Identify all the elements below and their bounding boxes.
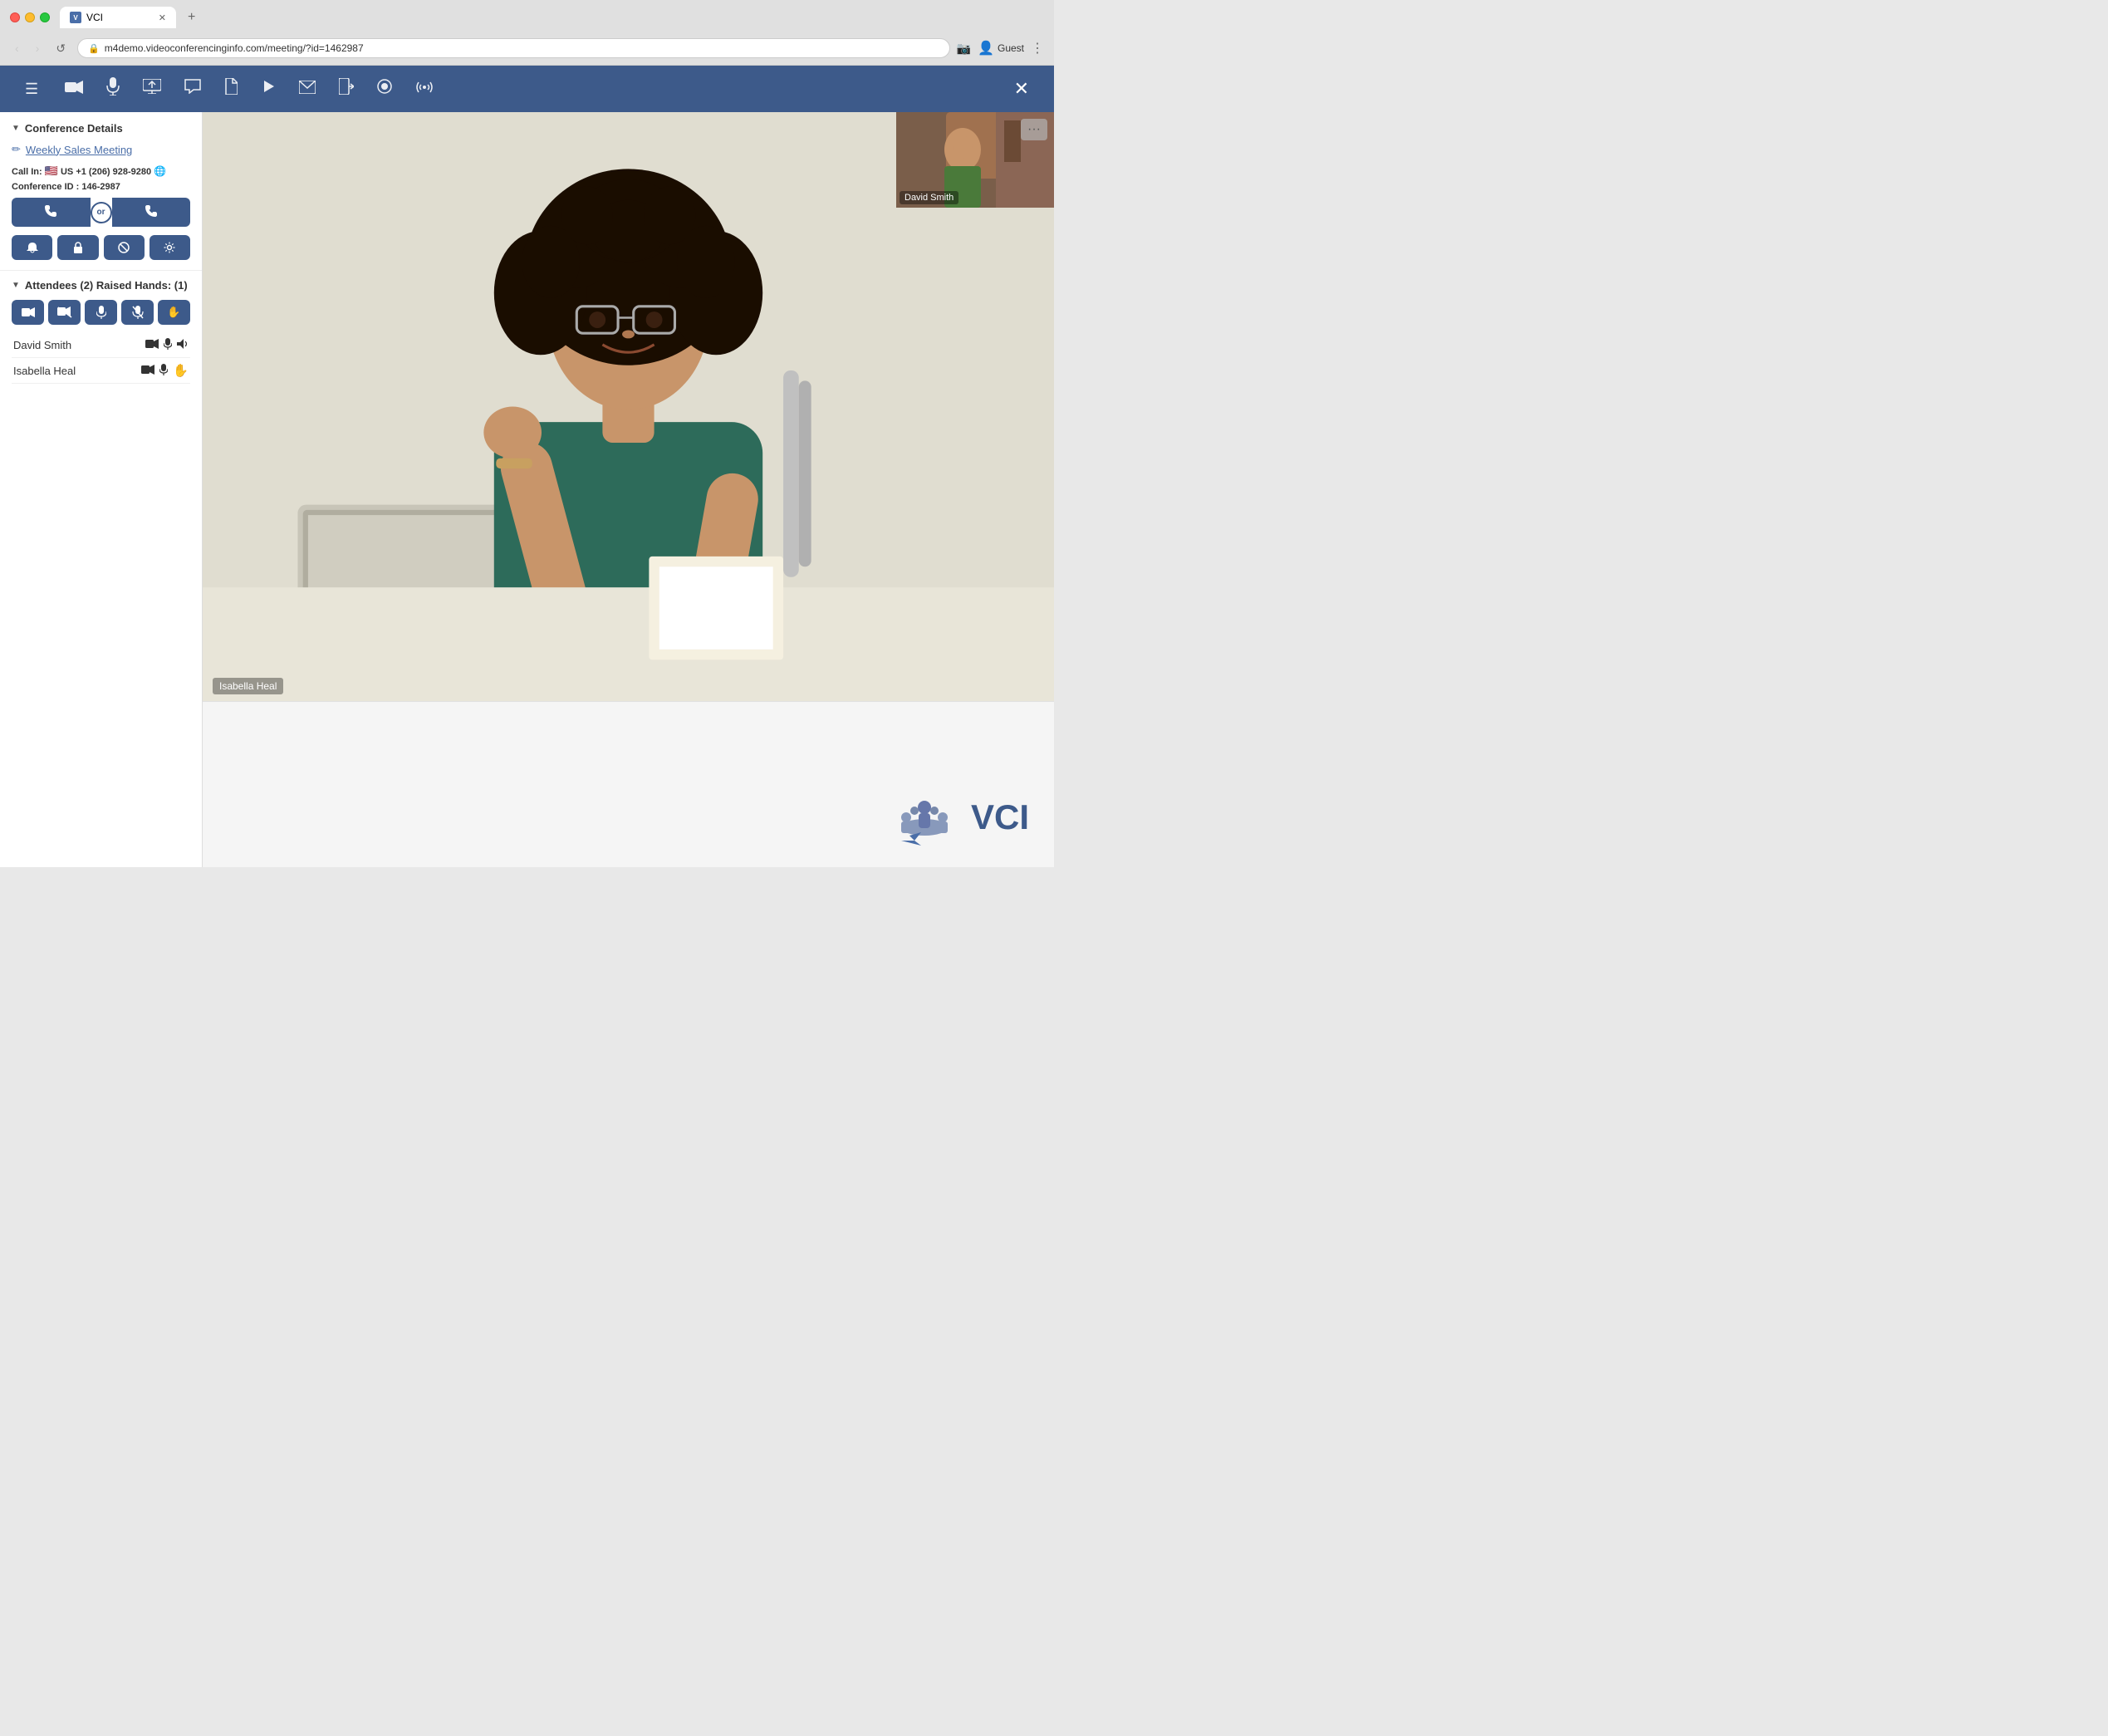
isabella-hand-icon[interactable]: ✋	[173, 363, 189, 378]
lock-button[interactable]	[57, 235, 98, 260]
signin-button[interactable]	[327, 71, 365, 106]
video-button[interactable]	[53, 73, 95, 105]
forward-button[interactable]: ›	[31, 40, 45, 56]
call-controls: or	[12, 198, 190, 227]
all-video-on-button[interactable]	[12, 300, 44, 325]
isabella-video-icon[interactable]	[141, 365, 154, 377]
conference-title-row: ✏ Weekly Sales Meeting	[12, 143, 190, 156]
chevron-down-icon: ▼	[12, 124, 20, 133]
all-mic-on-button[interactable]	[85, 300, 117, 325]
camera-icon: 📷	[957, 42, 971, 56]
traffic-lights	[10, 12, 50, 22]
globe-icon: 🌐	[154, 165, 166, 177]
conference-details-header[interactable]: ▼ Conference Details	[12, 122, 190, 135]
address-bar[interactable]: 🔒 m4demo.videoconferencinginfo.com/meeti…	[77, 38, 950, 58]
conference-details-section: ▼ Conference Details ✏ Weekly Sales Meet…	[0, 112, 202, 271]
microphone-button[interactable]	[95, 71, 131, 107]
browser-menu-icon[interactable]: ⋮	[1031, 40, 1044, 56]
guest-label: Guest	[998, 42, 1024, 54]
url-text: m4demo.videoconferencinginfo.com/meeting…	[105, 42, 364, 54]
callin-info: Call In: 🇺🇸 US +1 (206) 928-9280 🌐 Confe…	[12, 163, 190, 194]
guest-avatar-icon: 👤	[978, 40, 994, 56]
attendees-chevron-icon: ▼	[12, 281, 20, 290]
reload-button[interactable]: ↺	[51, 40, 71, 57]
attendee-icons-isabella: ✋	[141, 363, 189, 378]
close-button[interactable]: ✕	[1003, 71, 1041, 106]
attendee-row: David Smith	[12, 333, 190, 358]
tab-label: VCI	[86, 12, 103, 23]
attendee-row: Isabella Heal ✋	[12, 358, 190, 384]
meeting-title[interactable]: Weekly Sales Meeting	[26, 144, 132, 156]
close-traffic-light[interactable]	[10, 12, 20, 22]
thumb-participant-label: David Smith	[900, 191, 958, 204]
attendee-controls: ✋	[12, 300, 190, 325]
conference-id-label: Conference ID : 146-2987	[12, 182, 120, 192]
minimize-traffic-light[interactable]	[25, 12, 35, 22]
quick-actions	[12, 235, 190, 260]
back-button[interactable]: ‹	[10, 40, 24, 56]
conference-id-value: 146-2987	[81, 182, 120, 192]
isabella-mic-icon[interactable]	[159, 364, 168, 378]
video-area: David Smith ···	[203, 112, 1054, 867]
fullscreen-traffic-light[interactable]	[40, 12, 50, 22]
record-button[interactable]	[365, 72, 404, 105]
vci-branding: VCI	[891, 784, 1029, 851]
main-content: ▼ Conference Details ✏ Weekly Sales Meet…	[0, 112, 1054, 867]
david-volume-icon[interactable]	[177, 339, 189, 351]
raise-hand-button[interactable]: ✋	[158, 300, 190, 325]
browser-actions: 📷 👤 Guest ⋮	[957, 40, 1044, 56]
ban-button[interactable]	[104, 235, 145, 260]
more-options-button[interactable]: ···	[1021, 119, 1047, 140]
flag-icon: 🇺🇸	[45, 164, 58, 177]
attendees-header[interactable]: ▼ Attendees (2) Raised Hands: (1)	[12, 279, 190, 292]
app: ☰ ✕	[0, 66, 1054, 867]
vci-brand-name: VCI	[971, 797, 1029, 837]
david-video-icon[interactable]	[145, 339, 159, 351]
david-mic-icon[interactable]	[164, 338, 172, 352]
screen-share-button[interactable]	[131, 72, 173, 105]
mail-button[interactable]	[287, 73, 327, 105]
play-button[interactable]	[249, 72, 287, 105]
all-video-off-button[interactable]	[48, 300, 81, 325]
bell-button[interactable]	[12, 235, 52, 260]
browser-addressbar: ‹ › ↺ 🔒 m4demo.videoconferencinginfo.com…	[0, 35, 1054, 65]
attendee-name-isabella: Isabella Heal	[13, 365, 141, 377]
main-participant-label: Isabella Heal	[213, 678, 283, 694]
settings-button[interactable]	[150, 235, 190, 260]
or-badge: or	[91, 202, 112, 223]
chat-button[interactable]	[173, 72, 213, 105]
attendee-name-david: David Smith	[13, 339, 145, 351]
attendees-label: Attendees (2) Raised Hands: (1)	[25, 279, 188, 292]
all-mic-off-button[interactable]	[121, 300, 154, 325]
menu-button[interactable]: ☰	[13, 74, 50, 105]
conference-details-label: Conference Details	[25, 122, 123, 135]
attendee-icons-david	[145, 338, 189, 352]
browser-chrome: V VCI ✕ + ‹ › ↺ 🔒 m4demo.videoconferenci…	[0, 0, 1054, 66]
bottom-area: VCI	[203, 701, 1054, 867]
attendees-section: ▼ Attendees (2) Raised Hands: (1)	[0, 271, 202, 392]
guest-menu[interactable]: 👤 Guest	[978, 40, 1024, 56]
edit-icon: ✏	[12, 143, 21, 156]
lock-icon: 🔒	[88, 43, 100, 54]
broadcast-button[interactable]	[404, 72, 445, 105]
new-tab-button[interactable]: +	[183, 10, 200, 25]
phone-call-button[interactable]	[112, 198, 191, 227]
browser-tab[interactable]: V VCI ✕	[60, 7, 176, 28]
sidebar: ▼ Conference Details ✏ Weekly Sales Meet…	[0, 112, 203, 867]
audio-call-button[interactable]	[12, 198, 91, 227]
tab-close-button[interactable]: ✕	[159, 12, 166, 23]
browser-titlebar: V VCI ✕ +	[0, 0, 1054, 35]
documents-button[interactable]	[213, 71, 249, 106]
vci-logo-icon	[891, 784, 958, 851]
main-toolbar: ☰ ✕	[0, 66, 1054, 112]
or-label: or	[97, 208, 105, 217]
callin-label: Call In: 🇺🇸 US +1 (206) 928-9280 🌐	[12, 167, 166, 177]
tab-favicon: V	[70, 12, 81, 23]
